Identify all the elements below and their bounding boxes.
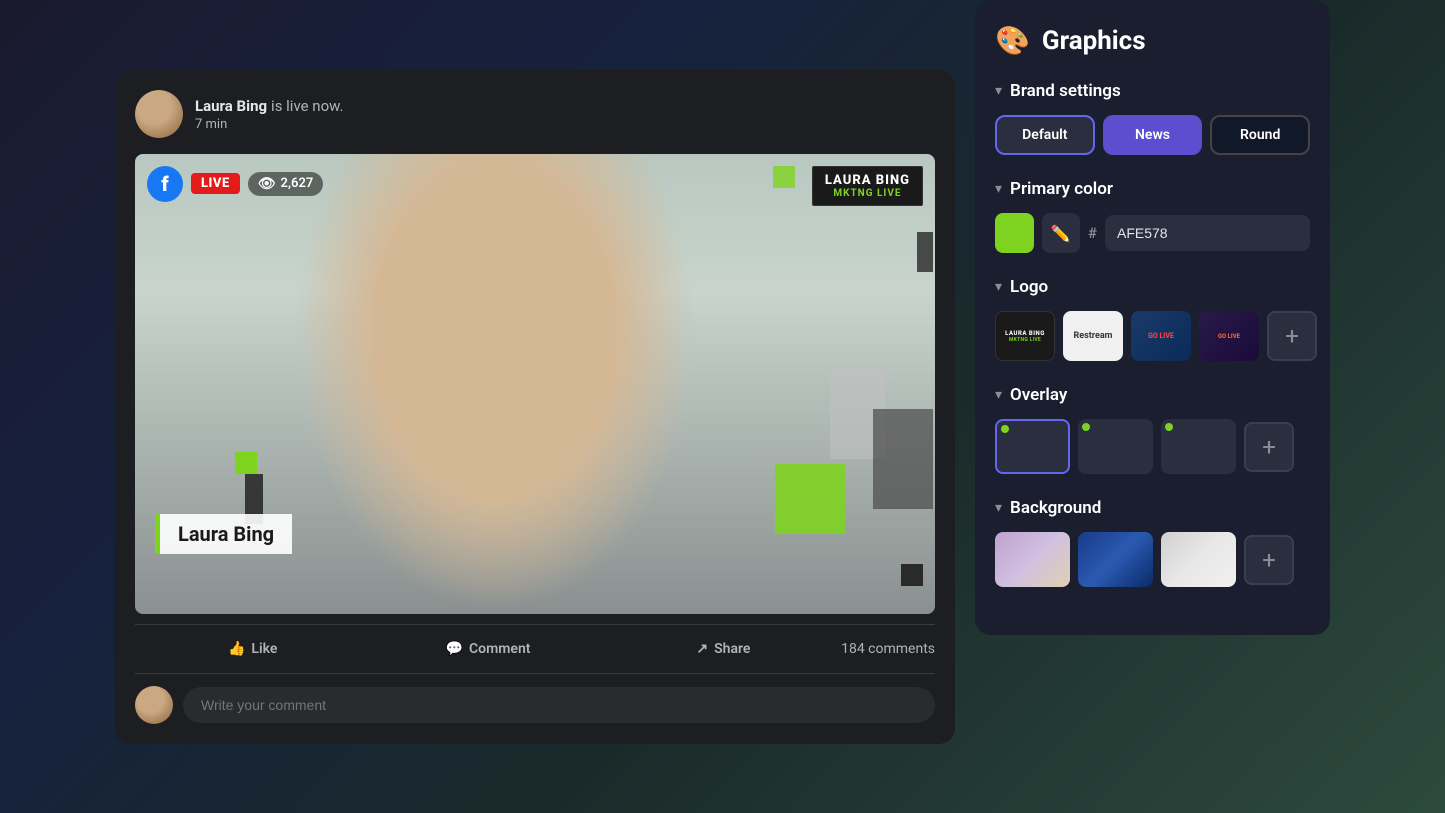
overlay-chevron-icon: ▾ bbox=[995, 387, 1002, 403]
user-info: Laura Bing is live now. 7 min bbox=[195, 96, 935, 132]
overlay-dot-1 bbox=[1001, 425, 1009, 433]
comment-button[interactable]: 💬 Comment bbox=[370, 633, 605, 665]
logo-3-text: GO LIVE bbox=[1148, 332, 1174, 340]
comment-label: Comment bbox=[469, 641, 530, 657]
graphics-panel: 🎨 Graphics ▾ Brand settings Default News… bbox=[975, 0, 1330, 635]
brand-default-button[interactable]: Default bbox=[995, 115, 1095, 155]
primary-color-title: Primary color bbox=[1010, 179, 1113, 199]
overlay-header[interactable]: ▾ Overlay bbox=[995, 385, 1310, 405]
like-button[interactable]: 👍 Like bbox=[135, 633, 370, 665]
video-top-bar: f LIVE 👁 2,627 bbox=[147, 166, 323, 202]
logo-item-4[interactable]: GO LIVE bbox=[1199, 311, 1259, 361]
lower-third-name-text: Laura Bing bbox=[178, 522, 274, 546]
share-button[interactable]: ↗ Share bbox=[606, 633, 841, 665]
logo-1-bot-text: MKTNG LIVE bbox=[1009, 337, 1041, 343]
background-item-2[interactable] bbox=[1078, 532, 1153, 587]
share-icon: ↗ bbox=[696, 641, 708, 657]
facebook-post-panel: Laura Bing is live now. 7 min f LIVE 👁 2… bbox=[115, 70, 955, 744]
lower-third-name-bar: Laura Bing bbox=[155, 514, 292, 554]
background-title: Background bbox=[1010, 498, 1101, 518]
overlay-item-3[interactable] bbox=[1161, 419, 1236, 474]
background-grid: + bbox=[995, 532, 1310, 587]
comment-icon: 💬 bbox=[446, 641, 463, 657]
logo-header[interactable]: ▾ Logo bbox=[995, 277, 1310, 297]
color-picker-row: ✏️ # bbox=[995, 213, 1310, 253]
facebook-logo: f bbox=[147, 166, 183, 202]
overlay-grid: + bbox=[995, 419, 1310, 474]
user-name-line: Laura Bing is live now. bbox=[195, 96, 935, 115]
background-header[interactable]: ▾ Background bbox=[995, 498, 1310, 518]
add-overlay-button[interactable]: + bbox=[1244, 422, 1294, 472]
background-section: ▾ Background + bbox=[995, 498, 1310, 587]
color-swatch[interactable] bbox=[995, 213, 1034, 253]
live-status-text: is live now. bbox=[271, 97, 343, 115]
logo-item-1[interactable]: LAURA BING MKTNG LIVE bbox=[995, 311, 1055, 361]
decoration-rect-2 bbox=[873, 409, 933, 509]
background-item-1[interactable] bbox=[995, 532, 1070, 587]
comment-count: 184 comments bbox=[841, 641, 935, 657]
overlay-title: Overlay bbox=[1010, 385, 1067, 405]
logo-1-top-text: LAURA BING bbox=[1005, 330, 1045, 337]
brand-logo-top-text: LAURA BING bbox=[825, 173, 910, 188]
overlay-dot-2 bbox=[1082, 423, 1090, 431]
logo-item-2[interactable]: Restream bbox=[1063, 311, 1123, 361]
user-name: Laura Bing bbox=[195, 97, 267, 115]
brand-settings-section: ▾ Brand settings Default News Round bbox=[995, 81, 1310, 155]
add-background-button[interactable]: + bbox=[1244, 535, 1294, 585]
decoration-sq-1 bbox=[773, 166, 795, 188]
background-chevron-icon: ▾ bbox=[995, 500, 1002, 516]
brand-buttons-group: Default News Round bbox=[995, 115, 1310, 155]
decoration-sq-4 bbox=[235, 452, 257, 474]
primary-color-header[interactable]: ▾ Primary color bbox=[995, 179, 1310, 199]
logo-grid: LAURA BING MKTNG LIVE Restream GO LIVE G… bbox=[995, 311, 1310, 361]
logo-2-text: Restream bbox=[1074, 331, 1113, 341]
palette-icon: 🎨 bbox=[995, 24, 1030, 57]
background-item-3[interactable] bbox=[1161, 532, 1236, 587]
brand-settings-title: Brand settings bbox=[1010, 81, 1121, 101]
comment-input[interactable] bbox=[183, 687, 935, 723]
like-icon: 👍 bbox=[228, 641, 245, 657]
video-container: f LIVE 👁 2,627 LAURA BING MKTNG LIVE Lau… bbox=[135, 154, 935, 614]
color-hex-input[interactable] bbox=[1105, 215, 1310, 251]
view-count-number: 2,627 bbox=[281, 176, 314, 191]
user-avatar bbox=[135, 90, 183, 138]
brand-news-button[interactable]: News bbox=[1103, 115, 1203, 155]
post-time: 7 min bbox=[195, 117, 935, 132]
view-count: 👁 2,627 bbox=[248, 172, 324, 196]
color-chevron-icon: ▾ bbox=[995, 181, 1002, 197]
live-badge: LIVE bbox=[191, 173, 240, 194]
overlay-dot-3 bbox=[1165, 423, 1173, 431]
add-logo-button[interactable]: + bbox=[1267, 311, 1317, 361]
brand-round-button[interactable]: Round bbox=[1210, 115, 1310, 155]
post-header: Laura Bing is live now. 7 min bbox=[135, 90, 935, 138]
panel-title: Graphics bbox=[1042, 26, 1146, 56]
commenter-avatar bbox=[135, 686, 173, 724]
brand-chevron-icon: ▾ bbox=[995, 83, 1002, 99]
logo-4-text: GO LIVE bbox=[1216, 331, 1242, 342]
logo-title: Logo bbox=[1010, 277, 1048, 297]
brand-logo-bottom-text: MKTNG LIVE bbox=[825, 188, 910, 199]
logo-item-3[interactable]: GO LIVE bbox=[1131, 311, 1191, 361]
like-label: Like bbox=[251, 641, 277, 657]
post-actions-bar: 👍 Like 💬 Comment ↗ Share 184 comments bbox=[135, 624, 935, 674]
panel-header: 🎨 Graphics bbox=[995, 24, 1310, 57]
share-label: Share bbox=[714, 641, 750, 657]
brand-settings-header[interactable]: ▾ Brand settings bbox=[995, 81, 1310, 101]
hash-symbol: # bbox=[1088, 224, 1097, 242]
decoration-sq-5 bbox=[775, 464, 845, 534]
decoration-sq-2 bbox=[917, 232, 933, 272]
overlay-item-2[interactable] bbox=[1078, 419, 1153, 474]
eye-icon: 👁 bbox=[258, 176, 276, 192]
primary-color-section: ▾ Primary color ✏️ # bbox=[995, 179, 1310, 253]
eyedropper-button[interactable]: ✏️ bbox=[1042, 213, 1081, 253]
eyedropper-icon: ✏️ bbox=[1051, 224, 1071, 243]
overlay-item-1[interactable] bbox=[995, 419, 1070, 474]
decoration-sq-6 bbox=[901, 564, 923, 586]
logo-chevron-icon: ▾ bbox=[995, 279, 1002, 295]
brand-logo-overlay: LAURA BING MKTNG LIVE bbox=[812, 166, 923, 206]
logo-section: ▾ Logo LAURA BING MKTNG LIVE Restream GO… bbox=[995, 277, 1310, 361]
overlay-section: ▾ Overlay + bbox=[995, 385, 1310, 474]
comment-input-area bbox=[135, 686, 935, 724]
